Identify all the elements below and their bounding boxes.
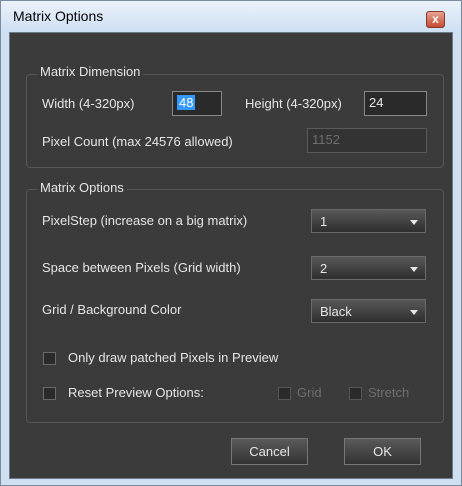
grid-checkbox xyxy=(278,387,291,400)
width-input[interactable]: 48 xyxy=(172,91,222,116)
chevron-down-icon xyxy=(410,310,418,315)
grid-label: Grid xyxy=(297,385,322,400)
pixelstep-label: PixelStep (increase on a big matrix) xyxy=(42,213,248,228)
space-value: 2 xyxy=(320,261,328,276)
reset-preview-label: Reset Preview Options: xyxy=(68,385,204,400)
space-label: Space between Pixels (Grid width) xyxy=(42,260,241,275)
dialog-client-area: Matrix Dimension Width (4-320px) 48 Heig… xyxy=(9,32,453,479)
only-patched-label: Only draw patched Pixels in Preview xyxy=(68,350,279,365)
title-bar[interactable]: Matrix Options x xyxy=(1,1,461,31)
stretch-checkbox xyxy=(349,387,362,400)
color-label: Grid / Background Color xyxy=(42,302,182,317)
width-value: 48 xyxy=(177,95,196,110)
chevron-down-icon xyxy=(410,267,418,272)
height-input[interactable]: 24 xyxy=(364,91,427,116)
close-icon: x xyxy=(432,12,439,26)
close-button[interactable]: x xyxy=(426,11,445,28)
space-select[interactable]: 2 xyxy=(311,256,426,280)
dialog-window: Matrix Options x Matrix Dimension Width … xyxy=(0,0,462,486)
pixel-count-field: 1152 xyxy=(307,128,427,153)
color-select[interactable]: Black xyxy=(311,299,426,323)
pixel-count-label: Pixel Count (max 24576 allowed) xyxy=(42,134,233,149)
pixelstep-value: 1 xyxy=(320,214,328,229)
pixel-count-value: 1152 xyxy=(312,132,340,147)
matrix-dimension-group xyxy=(26,74,444,168)
ok-button[interactable]: OK xyxy=(344,438,421,465)
matrix-dimension-legend: Matrix Dimension xyxy=(37,64,144,79)
pixelstep-select[interactable]: 1 xyxy=(311,209,426,233)
cancel-button[interactable]: Cancel xyxy=(231,438,308,465)
width-label: Width (4-320px) xyxy=(42,96,135,111)
height-value: 24 xyxy=(369,95,384,110)
color-value: Black xyxy=(320,304,352,319)
stretch-label: Stretch xyxy=(368,385,410,400)
chevron-down-icon xyxy=(410,220,418,225)
matrix-options-legend: Matrix Options xyxy=(37,180,127,195)
only-patched-checkbox[interactable] xyxy=(43,352,56,365)
reset-preview-checkbox[interactable] xyxy=(43,387,56,400)
height-label: Height (4-320px) xyxy=(245,96,342,111)
window-title: Matrix Options xyxy=(13,8,104,24)
